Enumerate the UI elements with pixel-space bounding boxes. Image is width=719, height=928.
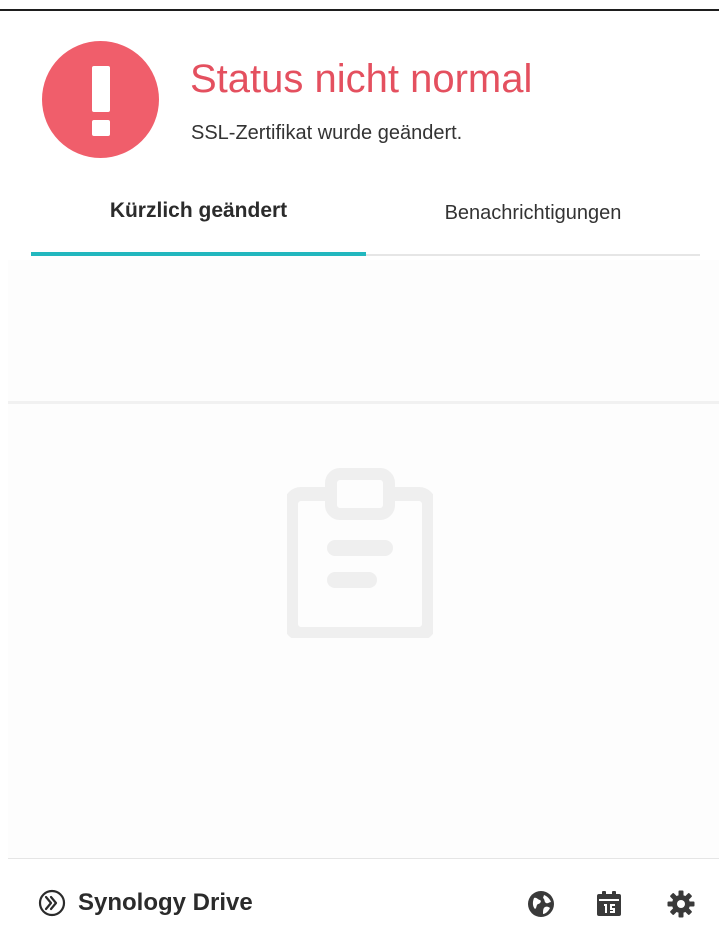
status-message: SSL-Zertifikat wurde geändert.	[191, 122, 463, 144]
footer-bar: Synology Drive	[0, 859, 719, 928]
content-divider	[8, 401, 719, 404]
tab-bar: Kürzlich geändert Benachrichtigungen	[31, 190, 700, 258]
tab-bar-divider	[366, 254, 700, 256]
tab-notifications-label: Benachrichtigungen	[444, 201, 622, 224]
clipboard-icon	[287, 468, 433, 638]
globe-button[interactable]	[524, 887, 558, 921]
synology-drive-logo-icon	[38, 889, 66, 917]
exclamation-dot	[92, 120, 110, 136]
active-tab-indicator	[31, 252, 366, 256]
brand: Synology Drive	[38, 887, 253, 919]
tab-recently-changed[interactable]: Kürzlich geändert	[31, 190, 366, 256]
exclamation-icon	[42, 41, 159, 158]
exclamation-bar	[92, 66, 110, 112]
calendar-icon	[597, 891, 621, 916]
tab-recently-changed-label: Kürzlich geändert	[109, 199, 288, 222]
settings-button[interactable]	[664, 887, 698, 921]
globe-icon	[528, 891, 554, 917]
brand-name: Synology Drive	[78, 889, 253, 916]
gear-icon	[667, 890, 695, 918]
calendar-button[interactable]	[592, 887, 626, 921]
tab-notifications[interactable]: Benachrichtigungen	[366, 190, 700, 256]
window-top-edge	[0, 0, 719, 9]
status-title: Status nicht normal	[190, 57, 533, 101]
